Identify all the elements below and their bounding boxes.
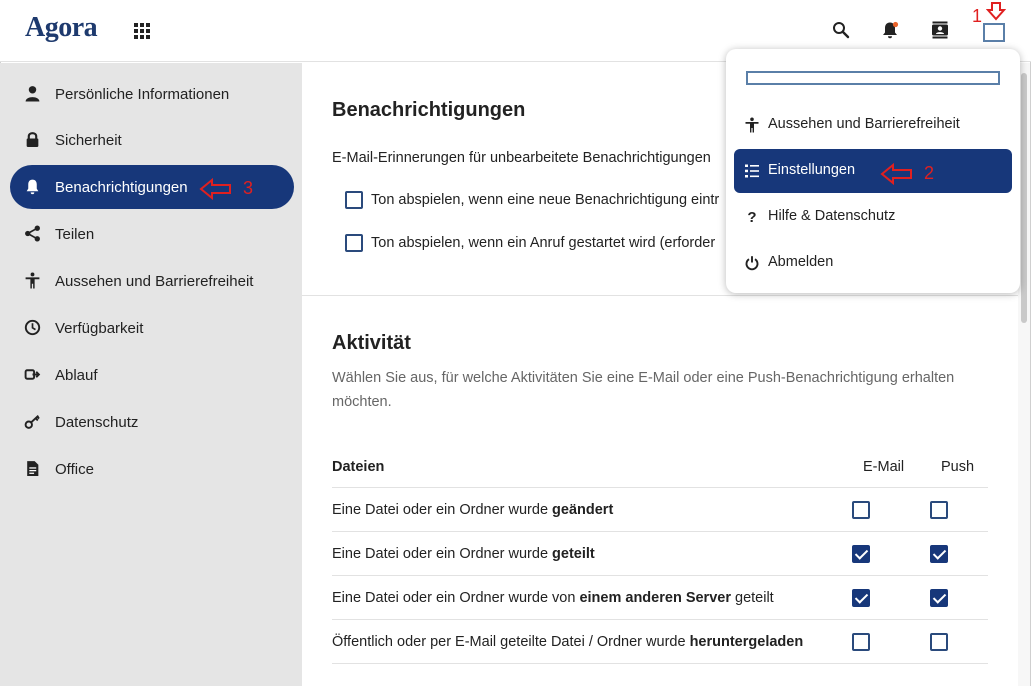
sidebar-item-office[interactable]: Office xyxy=(10,447,294,491)
column-header-email: E-Mail xyxy=(863,459,905,475)
section-divider xyxy=(302,295,1018,296)
sound-notification-label: Ton abspielen, wenn eine neue Benachrich… xyxy=(371,192,720,208)
document-icon xyxy=(27,461,39,476)
annotation-marker-2: 2 xyxy=(880,163,934,185)
row-label: Eine Datei oder ein Ordner wurde von ein… xyxy=(332,590,774,606)
menu-item-label: Hilfe & Datenschutz xyxy=(768,208,896,224)
activity-title: Aktivität xyxy=(332,332,411,354)
settings-list-icon xyxy=(745,164,759,178)
sidebar-item-privacy[interactable]: Datenschutz xyxy=(10,400,294,444)
row-label: Öffentlich oder per E-Mail geteilte Date… xyxy=(332,634,804,650)
accessibility-icon xyxy=(745,117,759,133)
sound-notification-checkbox[interactable] xyxy=(345,191,363,209)
activity-description-line: Wählen Sie aus, für welche Aktivitäten S… xyxy=(332,370,955,386)
menu-item-label: Einstellungen xyxy=(768,162,856,178)
user-menu-dropdown: Aussehen und Barrierefreiheit Einstellun… xyxy=(726,49,1020,293)
sidebar-item-label: Sicherheit xyxy=(55,131,122,149)
email-checkbox[interactable] xyxy=(852,545,870,563)
menu-item-help[interactable]: ? Hilfe & Datenschutz xyxy=(734,195,1012,239)
sidebar-item-security[interactable]: Sicherheit xyxy=(10,118,294,162)
table-row: Öffentlich oder per E-Mail geteilte Date… xyxy=(332,620,988,664)
scrollbar-thumb[interactable] xyxy=(1021,73,1027,323)
sidebar-item-appearance[interactable]: Aussehen und Barrierefreiheit xyxy=(10,259,294,303)
annotation-marker-3: 3 xyxy=(199,178,253,200)
logo[interactable]: Agora xyxy=(25,12,98,44)
apps-icon[interactable] xyxy=(134,23,150,39)
accessibility-icon xyxy=(25,272,40,289)
sound-call-option[interactable]: Ton abspielen, wenn ein Anruf gestartet … xyxy=(345,234,715,252)
push-checkbox[interactable] xyxy=(930,633,948,651)
help-icon: ? xyxy=(747,209,756,225)
menu-item-appearance[interactable]: Aussehen und Barrierefreiheit xyxy=(734,103,1012,147)
column-header-push: Push xyxy=(941,459,975,475)
email-checkbox[interactable] xyxy=(852,589,870,607)
menu-item-logout[interactable]: Abmelden xyxy=(734,241,1012,285)
email-checkbox[interactable] xyxy=(852,633,870,651)
email-checkbox[interactable] xyxy=(852,501,870,519)
notification-dot xyxy=(892,21,899,28)
sidebar-item-label: Datenschutz xyxy=(55,413,139,431)
sound-notification-option[interactable]: Ton abspielen, wenn eine neue Benachrich… xyxy=(345,191,719,209)
bell-icon xyxy=(26,179,39,195)
sidebar-item-label: Aussehen und Barrierefreiheit xyxy=(55,272,254,290)
flow-icon xyxy=(24,369,41,380)
menu-item-label: Aussehen und Barrierefreiheit xyxy=(768,116,960,132)
push-checkbox[interactable] xyxy=(930,545,948,563)
notifications-title: Benachrichtigungen xyxy=(332,99,526,121)
sidebar-item-label: Persönliche Informationen xyxy=(55,85,230,103)
clock-icon xyxy=(24,319,41,336)
table-header: Dateien E-Mail Push xyxy=(332,448,988,488)
table-row: Eine Datei oder ein Ordner wurde von ein… xyxy=(332,576,988,620)
share-icon xyxy=(25,225,40,242)
sidebar-item-label: Ablauf xyxy=(55,366,98,384)
bell-icon[interactable] xyxy=(880,20,900,40)
column-header-files: Dateien xyxy=(332,459,385,475)
arrow-left-icon xyxy=(199,178,231,200)
activity-table: Dateien E-Mail Push Eine Datei oder ein … xyxy=(332,448,988,664)
search-icon[interactable] xyxy=(831,20,851,40)
user-menu-header-box xyxy=(746,71,1000,85)
reminder-text: E-Mail-Erinnerungen für unbearbeitete Be… xyxy=(332,150,711,166)
row-label: Eine Datei oder ein Ordner wurde geänder… xyxy=(332,502,614,518)
sound-call-checkbox[interactable] xyxy=(345,234,363,252)
sound-call-label: Ton abspielen, wenn ein Anruf gestartet … xyxy=(371,235,716,251)
table-row: Eine Datei oder ein Ordner wurde geänder… xyxy=(332,488,988,532)
power-icon xyxy=(745,256,759,271)
svg-text:?: ? xyxy=(747,209,756,225)
lock-icon xyxy=(26,132,39,147)
settings-sidebar: Persönliche Informationen Sicherheit Ben… xyxy=(0,63,302,686)
row-label: Eine Datei oder ein Ordner wurde geteilt xyxy=(332,546,595,562)
activity-description: Wählen Sie aus, für welche Aktivitäten S… xyxy=(332,366,954,414)
sidebar-item-label: Benachrichtigungen xyxy=(55,178,188,196)
annotation-marker-1: 1 xyxy=(972,2,1006,27)
contacts-icon[interactable] xyxy=(930,20,950,40)
arrow-down-icon xyxy=(986,2,1006,21)
menu-item-settings[interactable]: Einstellungen xyxy=(734,149,1012,193)
person-icon xyxy=(25,86,40,102)
avatar[interactable] xyxy=(983,23,1005,42)
activity-description-line: möchten. xyxy=(332,394,392,410)
sidebar-item-sharing[interactable]: Teilen xyxy=(10,212,294,256)
table-row: Eine Datei oder ein Ordner wurde geteilt xyxy=(332,532,988,576)
sidebar-item-label: Office xyxy=(55,460,94,478)
arrow-left-icon xyxy=(880,163,912,185)
push-checkbox[interactable] xyxy=(930,501,948,519)
key-icon xyxy=(24,414,40,429)
sidebar-item-label: Verfügbarkeit xyxy=(55,319,144,337)
menu-item-label: Abmelden xyxy=(768,254,834,270)
sidebar-item-availability[interactable]: Verfügbarkeit xyxy=(10,306,294,350)
sidebar-item-label: Teilen xyxy=(55,225,95,243)
push-checkbox[interactable] xyxy=(930,589,948,607)
sidebar-item-flow[interactable]: Ablauf xyxy=(10,353,294,397)
sidebar-item-personal-info[interactable]: Persönliche Informationen xyxy=(10,72,294,116)
